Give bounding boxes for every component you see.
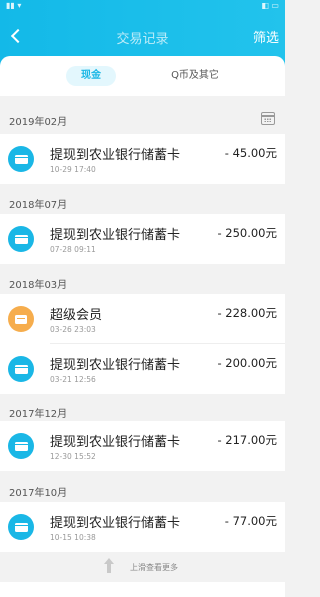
currency-tabs: 现金 Q币及其它	[0, 56, 285, 96]
transaction-title: 提现到农业银行储蓄卡	[50, 228, 181, 243]
transaction-time: 03-21 12:56	[50, 375, 96, 384]
bank-card-icon	[8, 226, 34, 252]
page-title: 交易记录	[116, 32, 169, 47]
filter-button[interactable]: 筛选	[253, 27, 279, 46]
transaction-row[interactable]: 提现到农业银行储蓄卡 12-30 15:52 - 217.00元	[0, 421, 285, 471]
calendar-icon[interactable]	[261, 112, 275, 125]
arrow-up-icon	[104, 558, 114, 574]
transaction-title: 提现到农业银行储蓄卡	[50, 516, 181, 531]
transaction-time: 10-29 17:40	[50, 165, 96, 174]
transaction-title: 提现到农业银行储蓄卡	[50, 358, 181, 373]
transaction-time: 03-26 23:03	[50, 325, 96, 334]
month-label: 2017年12月	[9, 409, 68, 420]
transaction-amount: - 200.00元	[217, 356, 277, 370]
transaction-time: 12-30 15:52	[50, 452, 96, 461]
transaction-amount: - 45.00元	[224, 146, 277, 160]
month-header: 2018年03月	[0, 267, 285, 297]
tab-qcoin-other[interactable]: Q币及其它	[160, 66, 230, 86]
month-label: 2017年10月	[9, 488, 68, 499]
bank-card-icon	[8, 146, 34, 172]
month-label: 2018年07月	[9, 200, 68, 211]
transaction-amount: - 77.00元	[224, 514, 277, 528]
transaction-title: 提现到农业银行储蓄卡	[50, 148, 181, 163]
transaction-row[interactable]: 提现到农业银行储蓄卡 10-29 17:40 - 45.00元	[0, 134, 285, 184]
transaction-title: 提现到农业银行储蓄卡	[50, 435, 181, 450]
nav-bar: 交易记录 筛选	[0, 18, 285, 54]
load-more-hint[interactable]: 上滑查看更多	[0, 552, 285, 582]
load-more-label: 上滑查看更多	[130, 563, 178, 572]
month-header: 2017年10月	[0, 475, 285, 505]
status-bar: ▮▮ ▾ ◧ ▭	[0, 0, 285, 12]
transaction-time: 10-15 10:38	[50, 533, 96, 542]
transaction-row[interactable]: 提现到农业银行储蓄卡 03-21 12:56 - 200.00元	[0, 344, 285, 394]
transaction-row[interactable]: 提现到农业银行储蓄卡 10-15 10:38 - 77.00元	[0, 502, 285, 552]
bank-card-icon	[8, 433, 34, 459]
transaction-amount: - 217.00元	[217, 433, 277, 447]
bank-card-icon	[8, 356, 34, 382]
battery-icon: ◧ ▭	[261, 1, 279, 10]
transaction-amount: - 228.00元	[217, 306, 277, 320]
vip-icon	[8, 306, 34, 332]
month-label: 2018年03月	[9, 280, 68, 291]
month-header: 2019年02月	[0, 104, 285, 134]
tab-cash[interactable]: 现金	[66, 66, 116, 86]
transaction-row[interactable]: 提现到农业银行储蓄卡 07-28 09:11 - 250.00元	[0, 214, 285, 264]
month-header: 2018年07月	[0, 187, 285, 217]
bottom-strip	[0, 582, 285, 597]
signal-icon: ▮▮ ▾	[6, 1, 22, 10]
transaction-row[interactable]: 超级会员 03-26 23:03 - 228.00元	[0, 294, 285, 344]
transaction-amount: - 250.00元	[217, 226, 277, 240]
bank-card-icon	[8, 514, 34, 540]
month-label: 2019年02月	[9, 117, 68, 128]
transaction-time: 07-28 09:11	[50, 245, 96, 254]
transaction-title: 超级会员	[50, 308, 103, 323]
